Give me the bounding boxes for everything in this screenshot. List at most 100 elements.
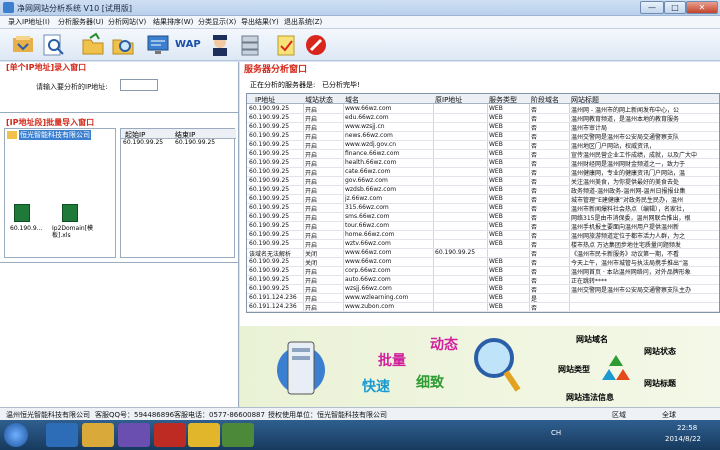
col-orig-ip[interactable]: 原IP地址: [435, 95, 462, 105]
notepad-icon[interactable]: [273, 32, 299, 58]
table-row[interactable]: 60.190.99.25 开启 jz.66wz.com WEB 否 城市管理“E建健康”对…: [247, 195, 719, 204]
browser-icon[interactable]: [222, 423, 254, 447]
col-domain[interactable]: 域名: [345, 95, 359, 105]
pdf-icon[interactable]: [154, 423, 186, 447]
table-row[interactable]: 60.190.99.25 开启 gov.66wz.com WEB 否 关注温州美食，为你提…: [247, 177, 719, 186]
table-cell: 是: [531, 296, 538, 303]
stop-icon[interactable]: [303, 32, 329, 58]
table-row[interactable]: 60.190.99.25 开启 finance.66wz.com WEB 否 宣传温州民营…: [247, 150, 719, 159]
table-row[interactable]: 60.190.99.25 开启 home.66wz.com WEB 否 温州网旅游频道定位…: [247, 231, 719, 240]
table-row[interactable]: 60.190.99.25 开启 wztv.66wz.com WEB 否 楼市热点 万达集团…: [247, 240, 719, 249]
explorer-icon[interactable]: [82, 423, 114, 447]
excel-file-icon[interactable]: [62, 204, 78, 222]
table-cell: 60.190.99.25: [435, 249, 476, 256]
table-cell: 60.191.124.236: [249, 294, 297, 301]
close-button[interactable]: ✕: [686, 1, 718, 14]
server-icon[interactable]: [237, 32, 263, 58]
table-cell: 楼市热点 万达集团步地住宅质量问题频发: [571, 242, 681, 249]
table-row[interactable]: 60.190.99.25 开启 tour.66wz.com WEB 否 温州手机报主要面向…: [247, 222, 719, 231]
file-name[interactable]: Ip2Domain[模板].xls: [52, 225, 93, 239]
table-row[interactable]: 60.190.99.25 开启 www.wzsjj.cn WEB 否 温州市审计局: [247, 123, 719, 132]
table-cell: WEB: [489, 114, 503, 121]
table-row[interactable]: 60.190.99.25 开启 news.66wz.com WEB 否 温州交警网是温州市…: [247, 132, 719, 141]
table-row[interactable]: 60.190.99.25 开启 edu.66wz.com WEB 否 温州网教育频道，是温…: [247, 114, 719, 123]
table-cell: 否: [531, 278, 538, 285]
ie-icon[interactable]: [46, 423, 78, 447]
tree-item-company[interactable]: 恒光智能科技有限公司: [19, 130, 91, 140]
table-row[interactable]: 60.190.99.25 开启 corp.66wz.com WEB 否 温州网首页 · 本…: [247, 267, 719, 276]
start-button[interactable]: [4, 423, 28, 447]
table-row[interactable]: 60.190.99.25 60.190.99.25: [121, 139, 236, 148]
excel-file-icon[interactable]: [14, 204, 30, 222]
recycle-icon: [602, 355, 630, 380]
wap-icon[interactable]: WAP: [175, 32, 205, 58]
table-cell: www.wzsjj.cn: [345, 123, 385, 130]
file-name[interactable]: 60.190.9...: [10, 225, 42, 232]
table-row[interactable]: 60.190.99.25 开启 sms.66wz.com WEB 否 网络315是由市消保…: [247, 213, 719, 222]
table-row[interactable]: 60.190.99.25 开启 wzsjj.66wz.com WEB 否 温州交警网是温州…: [247, 285, 719, 294]
table-cell: 60.190.99.25: [249, 195, 290, 202]
table-row[interactable]: 60.191.124.236 开启 www.wzlearning.com WEB 是: [247, 294, 719, 303]
table-cell: 否: [531, 305, 538, 312]
table-cell: 《温州市民卡新服务》动议第一期，不看: [571, 251, 680, 258]
col-ip[interactable]: IP地址: [255, 95, 275, 105]
magnifier-icon[interactable]: [110, 32, 136, 58]
table-cell: WEB: [489, 195, 503, 202]
table-row[interactable]: 60.190.99.25 开启 auto.66wz.com WEB 否 正在跳转****: [247, 276, 719, 285]
table-row[interactable]: 60.190.99.25 开启 www.66wz.com WEB 否 温州网 - 温州市的…: [247, 105, 719, 114]
minimize-button[interactable]: —: [640, 1, 664, 14]
col-title[interactable]: 网站标题: [571, 95, 599, 105]
app-taskbar-icon[interactable]: [188, 423, 220, 447]
table-cell: 否: [531, 269, 538, 276]
table-cell: 60.190.99.25: [249, 150, 290, 157]
clock-date[interactable]: 2014/8/22: [665, 435, 701, 443]
divider: [0, 112, 239, 113]
menu-item-input-ip[interactable]: 录入IP地址(I): [8, 17, 50, 27]
table-row[interactable]: 60.190.99.25 开启 315.66wz.com WEB 否 温州市新闻爆料社会热…: [247, 204, 719, 213]
menu-item-category[interactable]: 分类显示(X): [198, 17, 236, 27]
table-row[interactable]: 60.190.99.25 开启 cate.66wz.com WEB 否 温州健康网，专业的…: [247, 168, 719, 177]
table-row[interactable]: 60.190.99.25 关闭 www.66wz.com WEB 否 今天上午，温州市城管…: [247, 258, 719, 267]
table-cell: WEB: [489, 267, 503, 274]
open-folder-icon[interactable]: [80, 32, 106, 58]
table-cell: 60.190.99.25: [249, 231, 290, 238]
table-row[interactable]: 60.190.99.25 开启 www.wzdj.gov.cn WEB 否 温州地区门户网…: [247, 141, 719, 150]
col-stage[interactable]: 阶段域名: [531, 95, 559, 105]
maximize-button[interactable]: □: [664, 1, 686, 14]
language-indicator[interactable]: CH: [551, 429, 561, 437]
table-row[interactable]: 60.191.124.236 开启 www.zubon.com WEB 否: [247, 303, 719, 312]
banner-tag-title: 网站标题: [644, 379, 676, 388]
server-panel-title: 服务器分析窗口: [244, 65, 308, 75]
table-cell: sms.66wz.com: [345, 213, 390, 220]
table-cell: WEB: [489, 105, 503, 112]
banner-tag-domain: 网站域名: [576, 335, 608, 344]
table-row[interactable]: 该域名无法解析 关闭 www.66wz.com 60.190.99.25 否 《温州市民卡…: [247, 249, 719, 258]
table-cell: corp.66wz.com: [345, 267, 391, 274]
menu-item-sort[interactable]: 结果排序(W): [153, 17, 193, 27]
table-cell: WEB: [489, 213, 503, 220]
import-icon[interactable]: [10, 32, 36, 58]
col-service[interactable]: 服务类型: [489, 95, 517, 105]
menu-item-exit[interactable]: 退出系统(Z): [284, 17, 322, 27]
menu-item-analyze-site[interactable]: 分析网站(V): [108, 17, 146, 27]
table-cell: wzdsb.66wz.com: [345, 186, 397, 193]
table-cell: 60.190.99.25: [249, 240, 290, 247]
table-cell: 开启: [305, 206, 318, 213]
ip-input[interactable]: [120, 79, 158, 91]
menu-item-analyze-server[interactable]: 分析服务器(U): [58, 17, 104, 27]
police-icon[interactable]: [207, 32, 233, 58]
table-row[interactable]: 60.190.99.25 开启 wzdsb.66wz.com WEB 否 政务频道-温州政…: [247, 186, 719, 195]
table-row[interactable]: 60.190.99.25 开启 health.66wz.com WEB 否 温州财经网是温…: [247, 159, 719, 168]
table-cell: 政务频道-温州政务-温州网-温州日报报业集: [571, 188, 686, 195]
col-state[interactable]: 域站状态: [305, 95, 333, 105]
table-cell: 温州市新闻爆料社会热点（编辑），名家社，: [571, 206, 689, 213]
media-player-icon[interactable]: [118, 423, 150, 447]
search-icon[interactable]: [40, 32, 66, 58]
clock-time[interactable]: 22:58: [677, 424, 697, 432]
table-cell: www.66wz.com: [345, 249, 392, 256]
table-cell: 开启: [305, 233, 318, 240]
table-cell: 否: [531, 233, 538, 240]
monitor-icon[interactable]: [145, 32, 171, 58]
table-cell: 开启: [305, 152, 318, 159]
menu-item-export[interactable]: 导出结果(Y): [241, 17, 279, 27]
